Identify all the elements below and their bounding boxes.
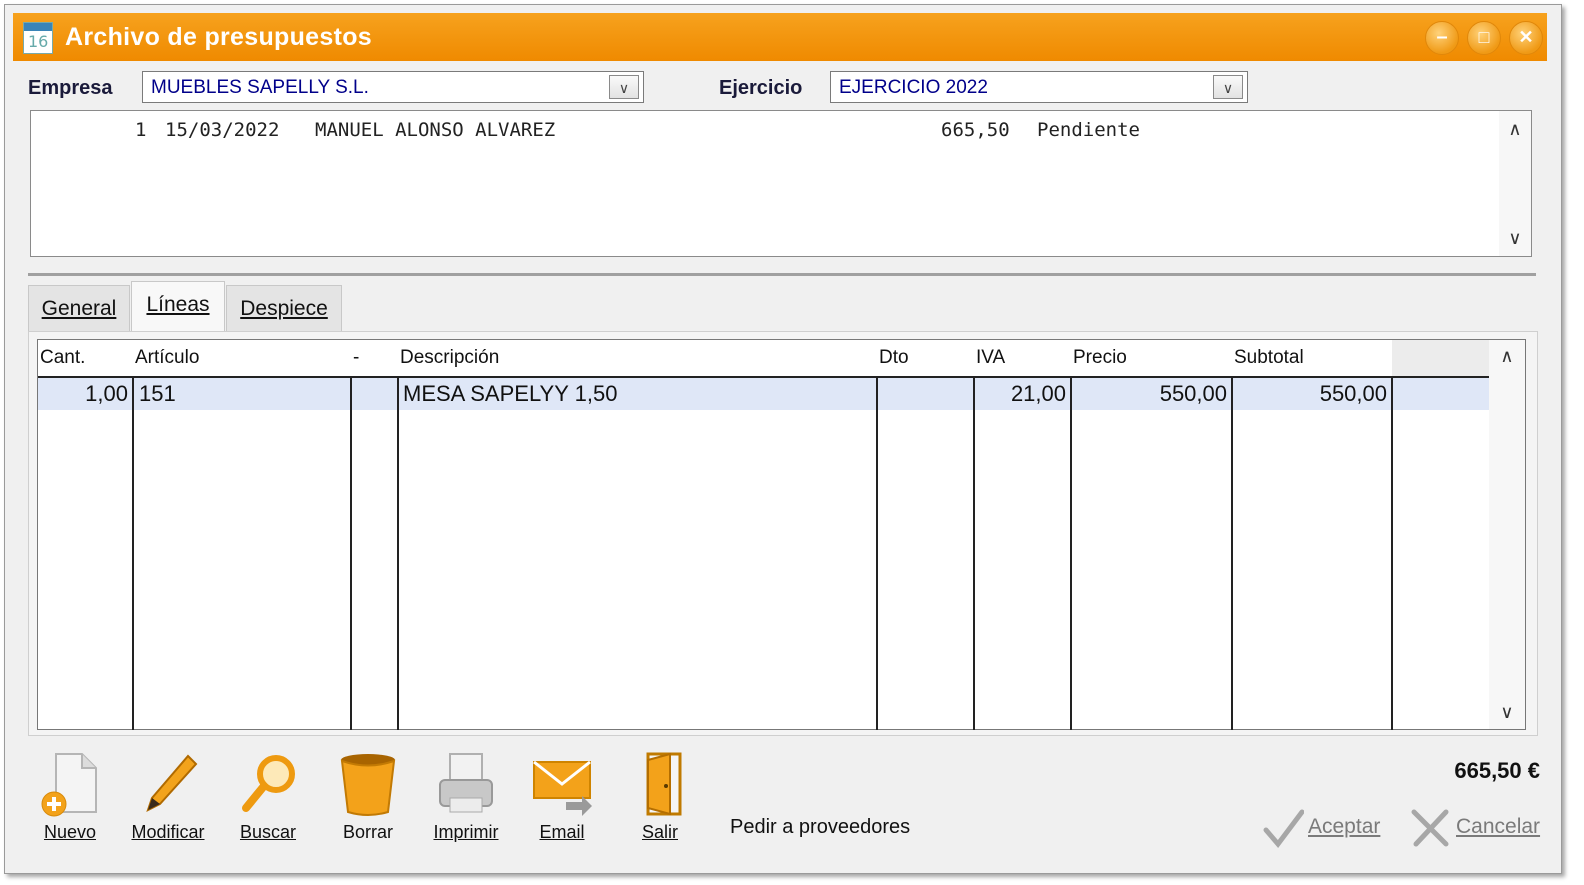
- minimize-button[interactable]: –: [1425, 21, 1459, 55]
- door-exit-icon: [646, 752, 682, 816]
- ejercicio-label: Ejercicio: [719, 77, 803, 99]
- new-button-label: Nuevo: [43, 822, 97, 842]
- budget-amount: 665,50: [941, 119, 1010, 141]
- title-bar: 16 Archivo de presupuestos – □ ✕: [13, 13, 1547, 61]
- empresa-select[interactable]: MUEBLES SAPELLY S.L. ∨: [142, 71, 644, 103]
- close-button[interactable]: ✕: [1509, 21, 1543, 55]
- check-icon: [1263, 809, 1304, 848]
- tab-general[interactable]: General: [28, 285, 130, 331]
- print-button-label: Imprimir: [433, 822, 499, 842]
- trash-icon: [340, 754, 396, 816]
- search-button-label: Buscar: [239, 822, 297, 842]
- tab-lineas[interactable]: Líneas: [131, 281, 225, 332]
- budget-number: 1: [135, 119, 147, 141]
- ejercicio-value: EJERCICIO 2022: [839, 77, 988, 98]
- delete-button[interactable]: Borrar: [328, 752, 408, 848]
- budget-date: 15/03/2022: [165, 119, 280, 141]
- email-button-label: Email: [539, 822, 585, 842]
- new-document-icon: [41, 753, 97, 817]
- chevron-down-icon[interactable]: ∨: [1499, 226, 1531, 250]
- budgets-list[interactable]: 1 15/03/2022 MANUEL ALONSO ALVAREZ 665,5…: [30, 110, 1532, 257]
- email-icon: [533, 760, 592, 816]
- email-button[interactable]: Email: [522, 752, 602, 848]
- printer-icon: [439, 753, 493, 813]
- col-header-articulo[interactable]: Artículo: [133, 340, 351, 376]
- chevron-down-icon[interactable]: ∨: [1213, 75, 1243, 99]
- cancel-button-label: Cancelar: [1456, 815, 1541, 838]
- new-button[interactable]: Nuevo: [30, 752, 110, 848]
- pencil-icon: [146, 754, 198, 812]
- calendar-icon: 16: [23, 22, 53, 54]
- col-header-dto[interactable]: Dto: [877, 340, 974, 376]
- chevron-down-icon[interactable]: ∨: [1489, 702, 1525, 723]
- budget-status: Pendiente: [1037, 119, 1140, 141]
- order-suppliers-link[interactable]: Pedir a proveedores: [730, 816, 910, 839]
- cell-dash[interactable]: [356, 378, 396, 410]
- chevron-down-icon[interactable]: ∨: [609, 75, 639, 99]
- lines-table[interactable]: Cant. Artículo - Descripción Dto IVA Pre…: [37, 339, 1526, 730]
- exit-button-label: Salir: [641, 822, 678, 842]
- cell-dto[interactable]: [882, 378, 972, 410]
- chevron-up-icon[interactable]: ∧: [1489, 346, 1525, 367]
- modify-button[interactable]: Modificar: [128, 752, 208, 848]
- splitter[interactable]: [28, 273, 1536, 276]
- window-title: Archivo de presupuestos: [65, 23, 372, 51]
- table-scrollbar[interactable]: ∧ ∨: [1489, 340, 1525, 729]
- col-header-iva[interactable]: IVA: [974, 340, 1071, 376]
- cell-descripcion[interactable]: MESA SAPELYY 1,50: [403, 378, 873, 410]
- close-icon: [1411, 809, 1449, 847]
- list-scrollbar[interactable]: ∧ ∨: [1499, 111, 1531, 256]
- delete-button-label: Borrar: [342, 822, 393, 842]
- col-header-subtotal[interactable]: Subtotal: [1232, 340, 1392, 376]
- budget-client: MANUEL ALONSO ALVAREZ: [315, 119, 556, 141]
- maximize-button[interactable]: □: [1467, 21, 1501, 55]
- cell-precio[interactable]: 550,00: [1071, 378, 1227, 410]
- cell-iva[interactable]: 21,00: [974, 378, 1066, 410]
- cell-articulo[interactable]: 151: [139, 378, 339, 410]
- accept-button[interactable]: Aceptar: [1262, 806, 1392, 848]
- cell-subtotal[interactable]: 550,00: [1232, 378, 1387, 410]
- col-header-cant[interactable]: Cant.: [38, 340, 133, 376]
- cell-cant[interactable]: 1,00: [38, 378, 128, 410]
- total-amount: 665,50 €: [1454, 758, 1540, 783]
- col-header-precio[interactable]: Precio: [1071, 340, 1232, 376]
- exit-button[interactable]: Salir: [620, 752, 700, 848]
- search-icon: [242, 755, 295, 812]
- search-button[interactable]: Buscar: [228, 752, 308, 848]
- print-button[interactable]: Imprimir: [426, 752, 506, 848]
- cancel-button[interactable]: Cancelar: [1408, 806, 1548, 848]
- tab-despiece[interactable]: Despiece: [226, 285, 342, 331]
- modify-button-label: Modificar: [131, 822, 205, 842]
- chevron-up-icon[interactable]: ∧: [1499, 117, 1531, 141]
- accept-button-label: Aceptar: [1308, 815, 1381, 838]
- ejercicio-select[interactable]: EJERCICIO 2022 ∨: [830, 71, 1248, 103]
- empresa-value: MUEBLES SAPELLY S.L.: [151, 77, 369, 98]
- empresa-label: Empresa: [28, 77, 113, 99]
- col-header-dash[interactable]: -: [351, 340, 398, 376]
- col-header-descripcion[interactable]: Descripción: [398, 340, 877, 376]
